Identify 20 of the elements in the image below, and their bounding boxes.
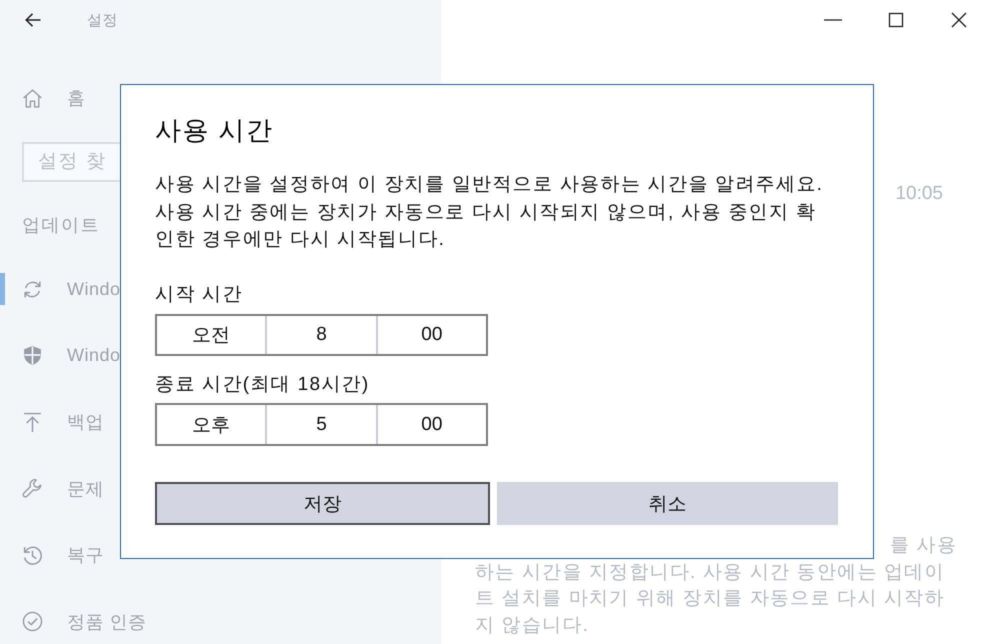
field-label: 시작 시간: [155, 283, 243, 307]
maximize-icon[interactable]: [886, 10, 906, 30]
dialog-description: 사용 시간을 설정하여 이 장치를 일반적으로 사용하는 시간을 알려주세요. 사용 시간 중에는 장치가 자동으로 다시 시작되지 않으며, 사용 중인지 확인한 경우에만 다시 시작됩니다.: [155, 173, 824, 252]
cancel-button[interactable]: 취소: [497, 482, 838, 525]
update-time: 10:05: [895, 183, 943, 205]
refresh-icon: [22, 278, 43, 300]
shield-icon: [22, 345, 43, 366]
window-title: 설정: [87, 10, 118, 30]
save-button[interactable]: 저장: [155, 482, 490, 525]
upload-arrow-icon: [22, 412, 43, 432]
dialog-title: 사용 시간: [155, 114, 274, 147]
wrench-icon: [22, 478, 43, 499]
home-icon: [22, 88, 43, 108]
close-icon[interactable]: [949, 10, 969, 30]
check-circle-icon: [22, 611, 43, 632]
section-heading: 업데이트: [22, 214, 100, 237]
history-icon: [22, 544, 43, 566]
note-text: 를 사용 하는 시간을 지정합니다. 사용 시간 동안에는 업데이 트 설치를 마치기 위해 장치를 자동으로 다시 시작하 지 않습니다.: [475, 534, 958, 638]
back-icon[interactable]: [25, 12, 41, 28]
field-label: 종료 시간(최대 18시간): [155, 373, 370, 397]
